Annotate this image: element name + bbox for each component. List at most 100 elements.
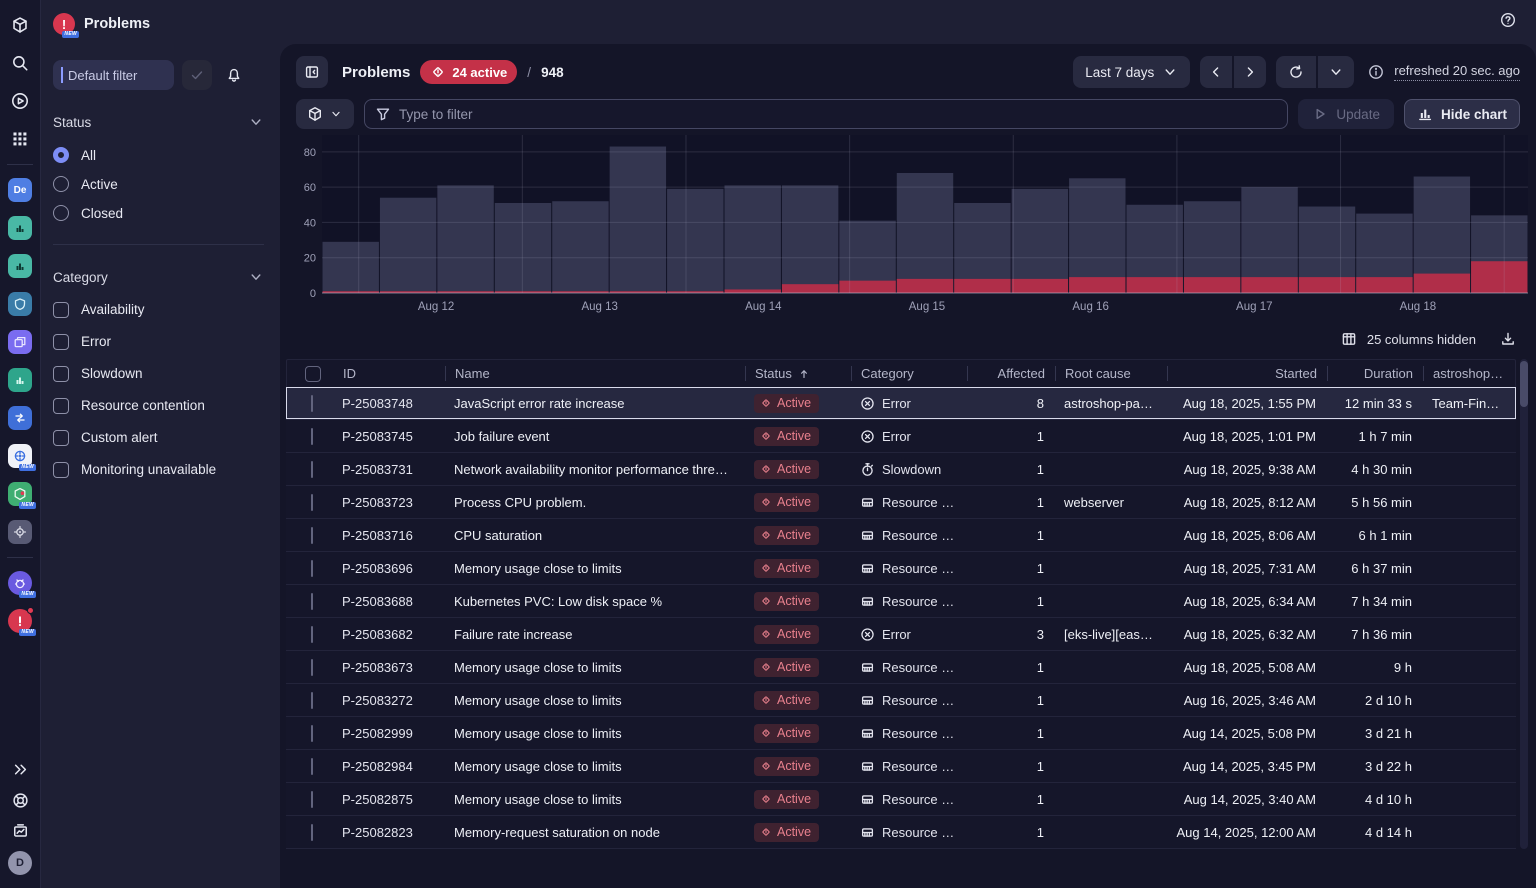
row-checkbox[interactable] [311,626,313,643]
checkbox[interactable] [53,462,69,478]
row-checkbox[interactable] [311,494,313,511]
table-row[interactable]: P-25082984Memory usage close to limitsAc… [286,750,1516,783]
row-checkbox[interactable] [311,395,313,412]
support-icon[interactable] [0,785,40,816]
column-header-status[interactable]: Status [745,360,851,387]
dashboards-app-icon[interactable] [0,247,40,285]
checkbox[interactable] [53,398,69,414]
radio-button[interactable] [53,176,69,192]
checkbox[interactable] [53,302,69,318]
table-row[interactable]: P-25083272Memory usage close to limitsAc… [286,684,1516,717]
problems-chart[interactable]: 020406080Aug 12Aug 13Aug 14Aug 15Aug 16A… [296,135,1520,323]
radio-button[interactable] [53,205,69,221]
services-app-icon[interactable]: NEW [0,475,40,513]
table-row[interactable]: P-25082823Memory-request saturation on n… [286,816,1516,849]
table-filter-input[interactable]: Type to filter [364,99,1288,129]
column-header-duration[interactable]: Duration [1327,360,1423,387]
scope-selector-button[interactable] [296,99,354,129]
table-row[interactable]: P-25083688Kubernetes PVC: Low disk space… [286,585,1516,618]
status-option-all[interactable]: All [53,142,264,168]
table-row[interactable]: P-25083673Memory usage close to limitsAc… [286,651,1516,684]
row-checkbox[interactable] [311,461,313,478]
category-option-resource-contention[interactable]: Resource contention [53,391,264,420]
table-row[interactable]: P-25083682Failure rate increaseActiveErr… [286,618,1516,651]
checkbox[interactable] [53,334,69,350]
table-columns-icon[interactable] [1341,331,1357,347]
category-option-availability[interactable]: Availability [53,295,264,324]
deployments-app-icon[interactable]: De [0,171,40,209]
previous-range-button[interactable] [1200,56,1232,88]
checkbox[interactable] [53,430,69,446]
table-row[interactable]: P-25083723Process CPU problem.ActiveReso… [286,486,1516,519]
table-scrollbar[interactable] [1520,359,1528,849]
help-icon[interactable] [1500,12,1516,28]
next-range-button[interactable] [1234,56,1266,88]
playback-icon[interactable] [0,82,40,120]
analytics-app-icon[interactable] [0,361,40,399]
hide-chart-button[interactable]: Hide chart [1404,99,1520,129]
problems-app-icon[interactable]: NEW [0,602,40,640]
row-checkbox[interactable] [311,725,313,742]
sync-app-icon[interactable] [0,399,40,437]
row-checkbox[interactable] [311,527,313,544]
expand-rail-icon[interactable] [0,754,40,785]
filter-name-input[interactable]: Default filter [53,60,174,90]
table-row[interactable]: P-25082875Memory usage close to limitsAc… [286,783,1516,816]
time-range-button[interactable]: Last 7 days [1073,56,1190,88]
collapse-sidebar-button[interactable] [296,56,328,88]
column-header-id[interactable]: ID [333,360,445,387]
clouds-app-icon[interactable] [0,323,40,361]
category-option-monitoring-unavailable[interactable]: Monitoring unavailable [53,455,264,484]
table-row[interactable]: P-25083716CPU saturationActiveResource …… [286,519,1516,552]
davis-app-icon[interactable]: NEW [0,564,40,602]
active-count-badge[interactable]: 24 active [420,60,517,84]
category-option-slowdown[interactable]: Slowdown [53,359,264,388]
notifications-bell-icon[interactable] [226,67,242,83]
settings-app-icon[interactable] [0,513,40,551]
row-checkbox[interactable] [311,692,313,709]
refreshed-status[interactable]: refreshed 20 sec. ago [1394,63,1520,81]
select-all-checkbox[interactable] [293,360,333,387]
refresh-button[interactable] [1276,56,1316,88]
row-checkbox[interactable] [311,560,313,577]
category-section-header[interactable]: Category [53,269,264,285]
account-avatar[interactable]: D [0,847,40,878]
table-row[interactable]: P-25083696Memory usage close to limitsAc… [286,552,1516,585]
update-button[interactable]: Update [1298,99,1394,129]
column-header-root_cause[interactable]: Root cause [1055,360,1167,387]
row-checkbox[interactable] [311,659,313,676]
checkbox[interactable] [53,366,69,382]
search-icon[interactable] [0,44,40,82]
column-header-team[interactable]: astroshop… [1423,360,1515,387]
table-row[interactable]: P-25083731Network availability monitor p… [286,453,1516,486]
column-header-name[interactable]: Name [445,360,745,387]
row-checkbox[interactable] [311,428,313,445]
download-icon[interactable] [1500,331,1516,347]
table-row[interactable]: P-25083748JavaScript error rate increase… [286,387,1516,420]
row-checkbox[interactable] [311,824,313,841]
dynatrace-logo-icon[interactable] [0,6,40,44]
security-app-icon[interactable] [0,285,40,323]
apps-grid-icon[interactable] [0,120,40,158]
save-filter-button[interactable] [182,60,212,90]
category-option-error[interactable]: Error [53,327,264,356]
status-option-closed[interactable]: Closed [53,200,264,226]
column-header-started[interactable]: Started [1167,360,1327,387]
row-checkbox[interactable] [311,593,313,610]
kubernetes-app-icon[interactable]: NEW [0,437,40,475]
row-checkbox[interactable] [311,758,313,775]
row-checkbox[interactable] [311,791,313,808]
status-section-header[interactable]: Status [53,114,264,130]
category-option-custom-alert[interactable]: Custom alert [53,423,264,452]
insights-icon[interactable] [0,816,40,847]
column-header-affected[interactable]: Affected [967,360,1055,387]
column-header-category[interactable]: Category [851,360,967,387]
table-row[interactable]: P-25083745Job failure eventActiveError1A… [286,420,1516,453]
table-row[interactable]: P-25082999Memory usage close to limitsAc… [286,717,1516,750]
columns-hidden-label[interactable]: 25 columns hidden [1367,332,1476,347]
refresh-options-button[interactable] [1318,56,1354,88]
table-scrollbar-thumb[interactable] [1520,361,1528,407]
status-option-active[interactable]: Active [53,171,264,197]
notebooks-app-icon[interactable] [0,209,40,247]
radio-button[interactable] [53,147,69,163]
